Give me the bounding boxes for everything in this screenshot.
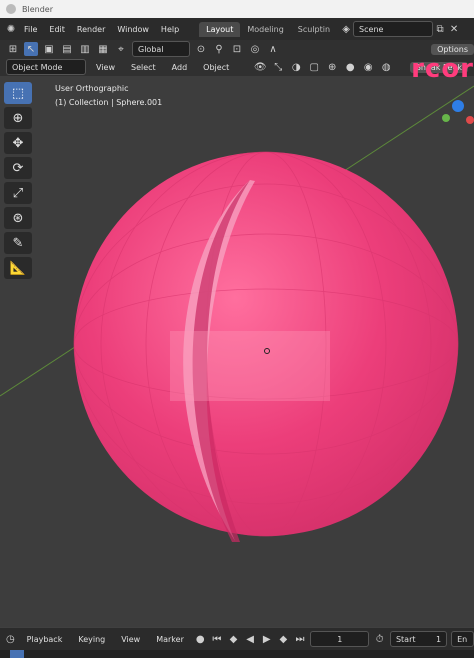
menu-add[interactable]: Add bbox=[166, 63, 194, 72]
3d-viewport[interactable] bbox=[0, 76, 474, 628]
prev-key-icon[interactable]: ◆ bbox=[227, 632, 240, 646]
gizmo-icon[interactable]: ⤡ bbox=[271, 60, 285, 74]
menu-render[interactable]: Render bbox=[71, 25, 111, 34]
top-menu-bar: ✺ File Edit Render Window Help Layout Mo… bbox=[0, 18, 474, 40]
editor-type-icon[interactable]: ⊞ bbox=[6, 42, 20, 56]
play-reverse-icon[interactable]: ◀ bbox=[244, 632, 257, 646]
brand-overlay: rcor bbox=[411, 54, 474, 84]
tab-layout[interactable]: Layout bbox=[199, 21, 241, 37]
select-box-tool-icon[interactable]: ⬚ bbox=[4, 82, 32, 104]
current-frame-field[interactable]: 1 bbox=[310, 631, 370, 647]
menu-playback[interactable]: Playback bbox=[21, 635, 69, 644]
select-tool-icon[interactable]: ↖ bbox=[24, 42, 38, 56]
cursor-tool-icon[interactable]: ⊕ bbox=[4, 107, 32, 129]
options-button[interactable]: Options bbox=[431, 43, 474, 55]
clock-icon[interactable]: ⏱ bbox=[373, 632, 386, 646]
copy-scene-icon[interactable]: ⧉ bbox=[433, 22, 447, 36]
close-scene-icon[interactable]: ✕ bbox=[447, 22, 461, 36]
orientation-value: Global bbox=[138, 44, 164, 54]
menu-window[interactable]: Window bbox=[111, 25, 155, 34]
xray-icon[interactable]: ▢ bbox=[307, 60, 321, 74]
gizmo-x-axis-icon[interactable] bbox=[466, 116, 474, 124]
visibility-icon[interactable]: 👁 bbox=[253, 60, 267, 74]
view-name: User Orthographic bbox=[55, 84, 129, 93]
end-frame-field[interactable]: En bbox=[451, 631, 474, 647]
move-tool-icon[interactable]: ✥ bbox=[4, 132, 32, 154]
record-icon[interactable]: ● bbox=[194, 632, 207, 646]
menu-marker[interactable]: Marker bbox=[150, 635, 190, 644]
scene-selector[interactable]: Scene bbox=[353, 21, 434, 37]
app-logo-icon bbox=[6, 4, 16, 14]
window-title-bar: Blender bbox=[0, 0, 474, 18]
next-key-icon[interactable]: ◆ bbox=[277, 632, 290, 646]
gizmo-z-axis-icon[interactable] bbox=[452, 100, 464, 112]
measure-tool-icon[interactable]: 📐 bbox=[4, 257, 32, 279]
transform-tool-icon[interactable]: ⊛ bbox=[4, 207, 32, 229]
falloff-icon[interactable]: ∧ bbox=[266, 42, 280, 56]
select-extend-icon[interactable]: ▤ bbox=[60, 42, 74, 56]
start-value: 1 bbox=[436, 634, 442, 644]
select-invert-icon[interactable]: ▦ bbox=[96, 42, 110, 56]
mode-value: Object Mode bbox=[12, 62, 63, 72]
scene-name: Scene bbox=[359, 24, 384, 34]
menu-help[interactable]: Help bbox=[155, 25, 185, 34]
timeline-header: ◷ Playback Keying View Marker ● ⏮ ◆ ◀ ▶ … bbox=[0, 628, 474, 650]
orientation-dropdown[interactable]: Global bbox=[132, 41, 190, 57]
overlay-icon[interactable]: ◑ bbox=[289, 60, 303, 74]
jump-start-icon[interactable]: ⏮ bbox=[211, 632, 224, 646]
start-frame-field[interactable]: Start 1 bbox=[389, 631, 448, 647]
collection-info: (1) Collection | Sphere.001 bbox=[55, 98, 163, 107]
menu-edit[interactable]: Edit bbox=[43, 25, 71, 34]
menu-select[interactable]: Select bbox=[125, 63, 162, 72]
end-label: En bbox=[457, 634, 468, 644]
menu-view[interactable]: View bbox=[90, 63, 121, 72]
tab-modeling[interactable]: Modeling bbox=[240, 22, 290, 37]
left-toolbar: ⬚ ⊕ ✥ ⟳ ⤢ ⊛ ✎ 📐 bbox=[4, 82, 34, 279]
rotate-tool-icon[interactable]: ⟳ bbox=[4, 157, 32, 179]
timeline-editor-icon[interactable]: ◷ bbox=[4, 632, 17, 646]
pivot-icon[interactable]: ⊙ bbox=[194, 42, 208, 56]
window-title: Blender bbox=[22, 4, 53, 14]
menu-file[interactable]: File bbox=[18, 25, 43, 34]
scale-tool-icon[interactable]: ⤢ bbox=[4, 182, 32, 204]
playhead[interactable] bbox=[10, 650, 24, 658]
transform-orientation-icon: ⌖ bbox=[118, 43, 124, 55]
tab-sculpting[interactable]: Sculptin bbox=[291, 22, 337, 37]
menu-object[interactable]: Object bbox=[197, 63, 235, 72]
select-box-mode-icon[interactable]: ▣ bbox=[42, 42, 56, 56]
timeline-scrubber[interactable] bbox=[0, 650, 474, 658]
jump-end-icon[interactable]: ⏭ bbox=[294, 632, 307, 646]
proportional-edit-icon[interactable]: ◎ bbox=[248, 42, 262, 56]
snap-icon[interactable]: ⚲ bbox=[212, 42, 226, 56]
mode-dropdown[interactable]: Object Mode bbox=[6, 59, 86, 75]
gizmo-y-axis-icon[interactable] bbox=[442, 114, 450, 122]
current-frame-value: 1 bbox=[337, 634, 343, 644]
menu-keying[interactable]: Keying bbox=[72, 635, 111, 644]
viewport-info: User Orthographic (1) Collection | Spher… bbox=[55, 82, 162, 110]
scene-icon: ◈ bbox=[342, 23, 350, 35]
start-label: Start bbox=[395, 634, 416, 644]
snap-target-icon[interactable]: ⊡ bbox=[230, 42, 244, 56]
viewport-scene bbox=[0, 85, 474, 628]
blender-logo-icon[interactable]: ✺ bbox=[4, 22, 18, 36]
annotate-tool-icon[interactable]: ✎ bbox=[4, 232, 32, 254]
menu-timeline-view[interactable]: View bbox=[115, 635, 146, 644]
play-icon[interactable]: ▶ bbox=[260, 632, 273, 646]
select-subtract-icon[interactable]: ▥ bbox=[78, 42, 92, 56]
